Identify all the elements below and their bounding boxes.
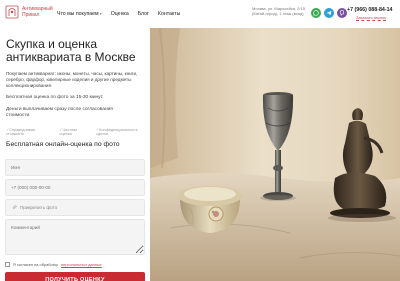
main-nav: Что мы покупаем Оценка Блог Контакты — [57, 11, 180, 17]
hero-content: Скупка и оценка антиквариата в Москве По… — [0, 28, 150, 281]
nav-item-contacts[interactable]: Контакты — [158, 11, 180, 17]
telegram-icon[interactable] — [324, 8, 334, 18]
attach-photo-button[interactable]: Прикрепить фото — [5, 199, 145, 216]
antiques-photo — [150, 28, 400, 281]
address-text: Москва, ул. Маросейка, 2/15 (Китай-город… — [252, 6, 305, 16]
logo-icon — [5, 5, 19, 19]
viber-icon[interactable] — [337, 8, 347, 18]
nav-item-what-we-buy[interactable]: Что мы покупаем — [57, 11, 102, 17]
page-title: Скупка и оценка антиквариата в Москве — [6, 37, 136, 64]
phone-number[interactable]: +7 (966) 088-84-14 — [347, 7, 393, 13]
site-header: Антикварный Привал Что мы покупаем Оценк… — [0, 0, 400, 28]
badge-fair-price: Справедливая стоимость — [6, 127, 53, 136]
free-evaluation-text: Бесплатная оценка по фото за 15-30 минут… — [6, 95, 104, 100]
paperclip-icon — [12, 205, 17, 210]
payment-text: Деньги выплачиваем сразу после согласова… — [6, 107, 113, 118]
whatsapp-icon[interactable] — [311, 8, 321, 18]
logo-line-2: Привал — [22, 12, 40, 18]
phone-input[interactable] — [5, 179, 145, 196]
name-input[interactable] — [5, 159, 145, 176]
badge-honest-evaluation: Честная оценка — [59, 127, 90, 136]
callback-link[interactable]: Заказать звонок — [356, 15, 386, 21]
hero-description: Покупаем антиквариат: иконы, монеты, час… — [6, 71, 138, 88]
badge-confidentiality: Конфиденциальность сделки — [96, 127, 150, 136]
nav-item-blog[interactable]: Блог — [138, 11, 149, 17]
benefit-badges: Справедливая стоимость Честная оценка Ко… — [6, 127, 150, 136]
submit-button[interactable]: ПОЛУЧИТЬ ОЦЕНКУ — [5, 272, 145, 281]
logo-text: Антикварный Привал — [22, 6, 53, 18]
form-title: Бесплатная онлайн-оценка по фото — [6, 141, 120, 148]
logo[interactable]: Антикварный Привал — [5, 5, 53, 19]
consent-text: Я согласен на обработку — [13, 262, 59, 267]
comment-textarea[interactable] — [5, 219, 145, 255]
consent-checkbox[interactable] — [5, 262, 10, 267]
consent-row: Я согласен на обработку персональных дан… — [5, 262, 102, 267]
social-links — [311, 8, 347, 18]
privacy-policy-link[interactable]: персональных данных — [61, 262, 102, 267]
attach-photo-label: Прикрепить фото — [20, 205, 58, 210]
nav-item-evaluation[interactable]: Оценка — [111, 11, 129, 17]
